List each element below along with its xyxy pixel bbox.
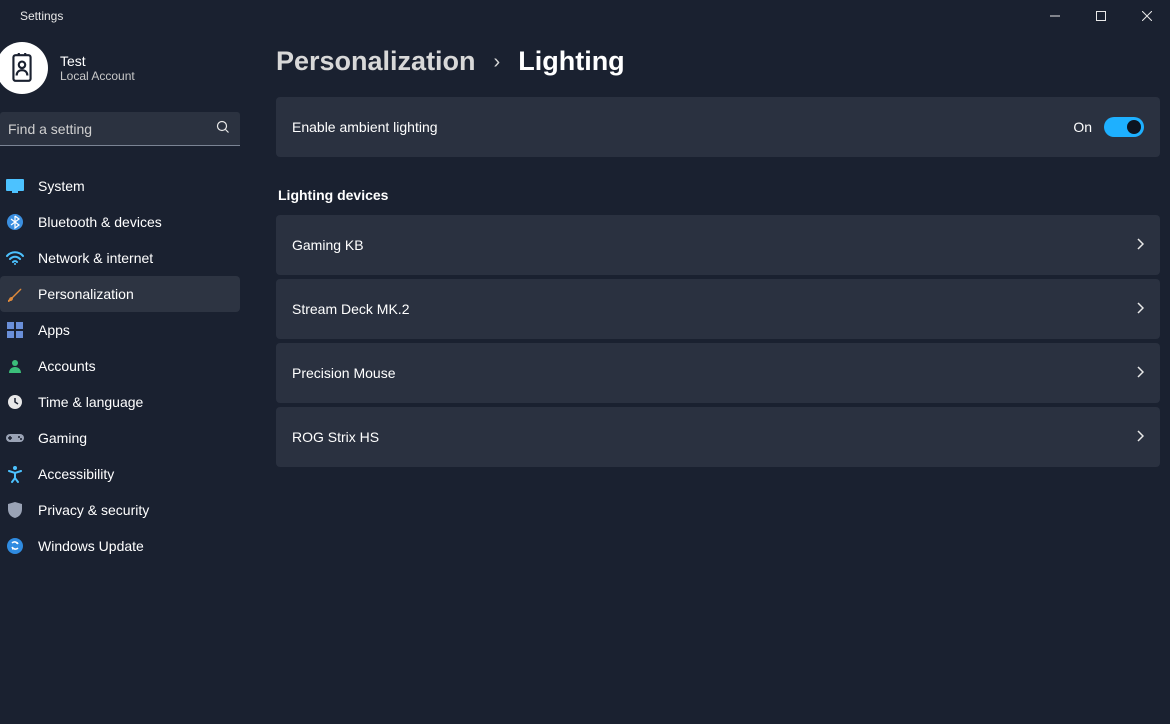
profile-name: Test [60,53,135,69]
nav-label: Bluetooth & devices [38,214,162,230]
toggle-knob [1127,120,1141,134]
nav-item-accessibility[interactable]: Accessibility [0,456,240,492]
title-bar: Settings [0,0,1170,32]
device-row[interactable]: Precision Mouse [276,343,1160,403]
paintbrush-icon [6,285,24,303]
nav-label: Windows Update [38,538,144,554]
device-label: Precision Mouse [292,365,396,381]
nav-item-privacy[interactable]: Privacy & security [0,492,240,528]
nav-label: Privacy & security [38,502,149,518]
avatar [0,42,48,94]
avatar-icon [9,53,35,83]
close-icon [1142,11,1152,21]
bluetooth-icon [6,213,24,231]
profile-subtitle: Local Account [60,69,135,83]
nav-item-accounts[interactable]: Accounts [0,348,240,384]
nav-list: System Bluetooth & devices Network & int… [0,168,240,564]
breadcrumb-parent[interactable]: Personalization [276,46,476,77]
device-list: Gaming KB Stream Deck MK.2 Precision Mou… [276,215,1160,467]
nav-item-network[interactable]: Network & internet [0,240,240,276]
nav-label: System [38,178,85,194]
nav-label: Time & language [38,394,143,410]
ambient-toggle-group: On [1073,117,1144,137]
shield-icon [6,501,24,519]
clock-icon [6,393,24,411]
maximize-icon [1096,11,1106,21]
main-content: Personalization › Lighting Enable ambien… [252,32,1170,724]
nav-item-gaming[interactable]: Gaming [0,420,240,456]
nav-label: Personalization [38,286,134,302]
device-label: ROG Strix HS [292,429,379,445]
nav-item-update[interactable]: Windows Update [0,528,240,564]
ambient-lighting-row: Enable ambient lighting On [276,97,1160,157]
accounts-icon [6,357,24,375]
chevron-right-icon [1136,237,1144,253]
devices-heading: Lighting devices [278,187,1160,203]
search-input[interactable] [6,121,216,137]
apps-icon [6,321,24,339]
wifi-icon [6,249,24,267]
nav-item-apps[interactable]: Apps [0,312,240,348]
device-row[interactable]: Stream Deck MK.2 [276,279,1160,339]
device-label: Gaming KB [292,237,364,253]
chevron-right-icon [1136,429,1144,445]
nav-label: Accessibility [38,466,114,482]
nav-label: Network & internet [38,250,153,266]
ambient-label: Enable ambient lighting [292,119,438,135]
chevron-right-icon [1136,301,1144,317]
nav-item-system[interactable]: System [0,168,240,204]
toggle-state-text: On [1073,119,1092,135]
device-label: Stream Deck MK.2 [292,301,409,317]
update-icon [6,537,24,555]
gaming-icon [6,429,24,447]
breadcrumb: Personalization › Lighting [276,46,1160,77]
ambient-toggle[interactable] [1104,117,1144,137]
profile-block[interactable]: Test Local Account [0,38,240,112]
nav-item-time[interactable]: Time & language [0,384,240,420]
accessibility-icon [6,465,24,483]
chevron-right-icon [1136,365,1144,381]
sidebar: Test Local Account System Bluetooth & de… [0,32,252,724]
nav-label: Accounts [38,358,96,374]
profile-text: Test Local Account [60,53,135,83]
nav-label: Apps [38,322,70,338]
search-icon [216,120,230,137]
nav-item-bluetooth[interactable]: Bluetooth & devices [0,204,240,240]
chevron-right-icon: › [494,51,501,74]
close-button[interactable] [1124,0,1170,32]
nav-item-personalization[interactable]: Personalization [0,276,240,312]
nav-label: Gaming [38,430,87,446]
device-row[interactable]: ROG Strix HS [276,407,1160,467]
device-row[interactable]: Gaming KB [276,215,1160,275]
minimize-icon [1050,11,1060,21]
search-box[interactable] [0,112,240,146]
minimize-button[interactable] [1032,0,1078,32]
maximize-button[interactable] [1078,0,1124,32]
system-icon [6,177,24,195]
page-title: Lighting [518,46,624,77]
window-controls [1032,0,1170,32]
app-title: Settings [20,9,63,23]
